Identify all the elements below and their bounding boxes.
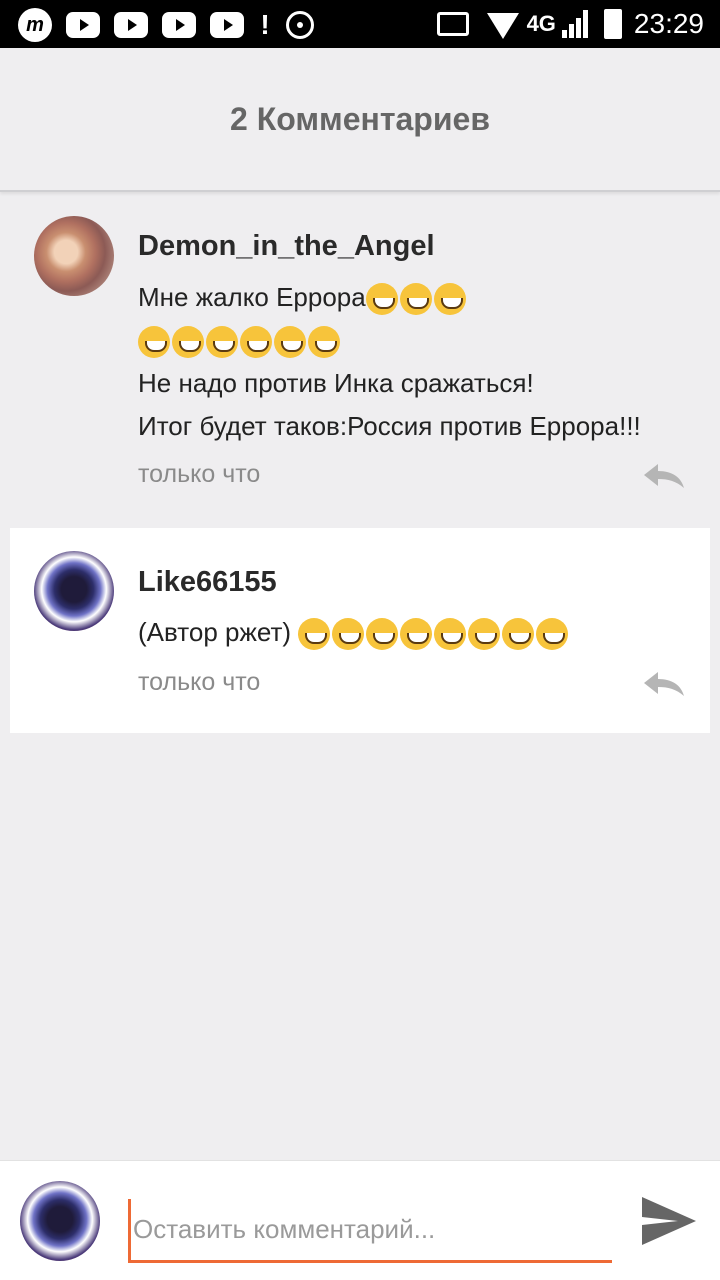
youtube-icon <box>162 12 196 38</box>
rolling-on-floor-laughing-emoji-icon <box>240 326 272 359</box>
emoji-group <box>365 283 468 316</box>
rolling-on-floor-laughing-emoji-icon <box>468 618 501 651</box>
laughing-emoji-icon <box>433 283 466 316</box>
comment-input-bar <box>0 1160 720 1280</box>
rolling-on-floor-laughing-emoji-icon <box>274 326 306 359</box>
user-photo-avatar-icon[interactable] <box>34 216 114 296</box>
comment-timestamp: только что <box>138 460 261 488</box>
comment-line: (Автор ржет) <box>138 611 570 654</box>
anime-avatar-icon[interactable] <box>34 551 114 631</box>
laughing-emoji-icon <box>298 618 331 651</box>
rolling-on-floor-laughing-emoji-icon <box>536 618 569 651</box>
notification-icons: m ! <box>18 8 328 42</box>
youtube-icon <box>114 12 148 38</box>
cast-icon <box>436 12 469 36</box>
comment-author[interactable]: Like66155 <box>138 566 277 599</box>
page-title: 2 Комментариев <box>230 100 490 137</box>
rolling-on-floor-laughing-emoji-icon <box>434 618 467 651</box>
disc-icon <box>286 11 314 39</box>
comment-line: Итог будет таков:Россия против Еррора!!! <box>138 411 641 441</box>
rolling-on-floor-laughing-emoji-icon <box>206 326 238 359</box>
rolling-on-floor-laughing-emoji-icon <box>502 618 535 651</box>
alert-icon: ! <box>260 9 270 40</box>
battery-icon <box>603 9 622 39</box>
comment-line: Не надо против Инка сражаться! <box>138 368 534 398</box>
status-bar: m ! 4G 23:29 <box>0 0 720 48</box>
comment-line <box>138 319 641 362</box>
comment-item-highlighted: Like66155 (Автор ржет) только что <box>10 528 710 733</box>
youtube-icon <box>66 12 100 38</box>
youtube-icon <box>210 12 244 38</box>
emoji-group <box>138 326 342 359</box>
wifi-icon <box>486 13 519 39</box>
system-icons: 4G 23:29 <box>436 8 704 40</box>
rolling-on-floor-laughing-emoji-icon <box>308 326 340 359</box>
rolling-on-floor-laughing-emoji-icon <box>172 326 204 359</box>
comment-body: (Автор ржет) <box>138 611 570 654</box>
rolling-on-floor-laughing-emoji-icon <box>138 326 170 359</box>
comment-timestamp: только что <box>138 668 261 696</box>
clock: 23:29 <box>633 8 704 39</box>
comment-author[interactable]: Demon_in_the_Angel <box>138 230 435 263</box>
comment-text: Мне жалко Еррора <box>138 282 366 312</box>
comment-text: (Автор ржет) <box>138 617 299 647</box>
laughing-emoji-icon <box>366 618 399 651</box>
laughing-emoji-icon <box>400 618 433 651</box>
send-icon[interactable] <box>640 1193 698 1249</box>
comment-item: Demon_in_the_Angel Мне жалко Еррора Не н… <box>10 196 710 506</box>
reply-icon[interactable] <box>642 460 686 490</box>
reply-icon[interactable] <box>642 668 686 698</box>
grinning-squinting-emoji-icon <box>365 283 398 316</box>
network-type-label: 4G <box>526 11 556 36</box>
comment-body: Мне жалко Еррора Не надо против Инка сра… <box>138 276 641 448</box>
laughing-emoji-icon <box>332 618 365 651</box>
comment-input[interactable] <box>128 1199 612 1263</box>
current-user-avatar-icon <box>20 1181 100 1261</box>
app-m-icon: m <box>18 8 52 42</box>
comment-line: Мне жалко Еррора <box>138 276 641 319</box>
emoji-group <box>298 618 570 651</box>
smiling-emoji-icon <box>399 283 432 316</box>
signal-icon <box>561 10 590 38</box>
comments-header: 2 Комментариев <box>0 48 720 192</box>
